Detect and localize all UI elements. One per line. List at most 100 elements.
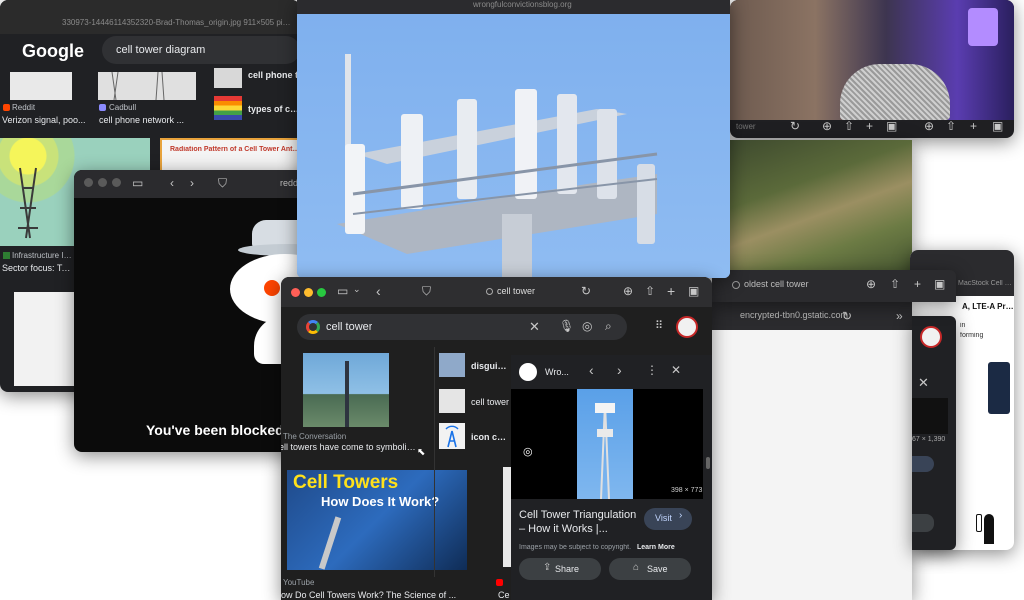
side-thumb-colorful[interactable] [214,96,242,120]
tower-preview-icon [595,402,615,500]
shield-icon[interactable]: ⛉ [422,285,431,297]
avatar[interactable] [676,316,698,338]
sidebar-chevron-icon[interactable]: » [896,310,903,322]
zoom-window-button[interactable] [317,288,326,297]
close-window-button[interactable] [291,288,300,297]
minimize-window-button[interactable] [304,288,313,297]
clear-icon[interactable]: ✕ [529,320,540,333]
close-window-button[interactable] [84,178,93,187]
side-result-label[interactable]: cell phone t [248,70,300,80]
tablet-icon [976,514,982,532]
chair-shape [840,64,950,120]
back-icon[interactable]: ‹ [170,177,174,189]
learn-more-link[interactable]: Learn More [637,544,675,551]
window-tower-photo: wrongfulconvictionsblog.org [297,0,730,278]
search-button-icon[interactable]: ⌕ [605,320,612,332]
preview-image[interactable] [912,398,948,434]
sidebar-icon[interactable]: ▭ [337,285,348,297]
mic-icon[interactable]: 🎙 [559,320,574,332]
visit-button[interactable] [912,456,934,472]
close-icon[interactable]: ✕ [918,376,929,389]
preview-photo [577,389,633,500]
avatar[interactable] [920,326,942,348]
result-title[interactable]: Ce [498,590,510,600]
back-icon[interactable]: ‹ [376,284,381,298]
nose [264,280,280,296]
scrollbar[interactable] [706,457,710,469]
close-icon[interactable]: ✕ [671,364,681,376]
prev-icon[interactable]: ‹ [589,363,594,377]
pole [345,361,349,427]
result-title[interactable]: Sector focus: Telec [2,263,74,273]
image-dims: 398 × 773 [671,487,703,494]
result-title[interactable]: ell towers have come to symbolize... [281,442,419,452]
next-icon[interactable]: › [617,363,622,377]
signal-tower-icon [445,425,459,448]
side-result-label[interactable]: types of cell [248,104,300,114]
share-icon[interactable]: ⇧ [844,120,854,132]
mid-thumb[interactable] [439,353,465,377]
result-source: Cadbull [109,103,137,112]
forward-icon[interactable]: › [190,177,194,189]
search-icon [732,281,740,289]
reload-icon[interactable]: ↻ [581,285,591,297]
more-icon[interactable]: ⋮ [646,364,658,376]
share-button[interactable] [912,514,934,532]
preview-title[interactable]: Cell Tower Triangulation – How it Works … [519,508,641,536]
image-result-schematic[interactable] [14,292,74,386]
aerial-image[interactable] [728,140,912,270]
copyright-text: Images may be subject to copyright. [519,544,632,551]
tabs-icon[interactable]: ▣ [934,278,945,290]
download-icon[interactable]: ⊕ [866,278,876,290]
new-tab-icon[interactable]: + [667,284,675,298]
result-title[interactable]: ow Do Cell Towers Work? The Science of .… [281,590,467,600]
person-icon [984,514,994,544]
tabs-icon[interactable]: ▣ [886,120,897,132]
chevron-down-icon[interactable]: ⌄ [353,285,361,294]
image-result-conversation[interactable] [303,353,389,427]
lens-icon[interactable]: ◎ [582,320,592,332]
lens-search-icon[interactable]: ◎ [523,447,533,458]
photo-content[interactable] [730,0,1014,120]
preview-image[interactable]: 398 × 773 [511,389,703,500]
minimize-window-button[interactable] [98,178,107,187]
apps-icon[interactable]: ⠿ [655,321,663,332]
mid-thumb[interactable] [503,467,511,567]
download-icon[interactable]: ⊕ [623,285,633,297]
image-result-youtube[interactable]: Cell Towers How Does It Work? [287,470,467,570]
share-icon[interactable]: ⇧ [645,285,655,297]
mid-thumb-icon[interactable] [439,423,465,449]
share-icon[interactable]: ⇧ [890,278,900,290]
mid-result-label[interactable]: cell tower [471,397,511,407]
image-result-cadbull[interactable] [98,71,196,101]
blocked-message: You've been blocked [146,422,284,438]
download-icon-2[interactable]: ⊕ [924,120,934,132]
sidebar-icon[interactable]: ▭ [132,177,143,189]
tabs-icon[interactable]: ▣ [688,285,699,297]
zoom-window-button[interactable] [112,178,121,187]
shield-icon[interactable]: ⛉ [218,177,227,189]
result-title[interactable]: Verizon signal, poo... [2,115,88,125]
mid-thumb[interactable] [439,389,465,413]
tower-photo-image[interactable] [297,14,730,278]
new-tab-icon[interactable]: + [914,278,921,290]
reload-icon[interactable]: ↻ [842,310,852,322]
url-text: cell tower [497,286,536,296]
download-icon[interactable]: ⊕ [822,120,832,132]
result-title[interactable]: cell phone network ... [99,115,199,125]
mid-result-label[interactable]: icon cell to [471,432,511,442]
tower-diagram-icon [111,71,165,101]
google-logo: Google [22,41,84,61]
url-text: wrongfulconvictionsblog.org [473,0,572,9]
new-tab-icon[interactable]: + [866,120,873,132]
phone-icon [988,362,1010,414]
mid-result-label[interactable]: disguised [471,361,511,371]
new-tab-icon-2[interactable]: + [970,120,977,132]
reload-icon[interactable]: ↻ [790,120,800,132]
side-thumb[interactable] [214,68,242,88]
window-gstatic: encrypted-tbn0.gstatic.com ↻ » [712,302,912,600]
tabs-icon-2[interactable]: ▣ [992,120,1003,132]
share-icon-2[interactable]: ⇧ [946,120,956,132]
diagram-text: forming [960,332,984,339]
image-result-reddit[interactable] [10,72,72,100]
